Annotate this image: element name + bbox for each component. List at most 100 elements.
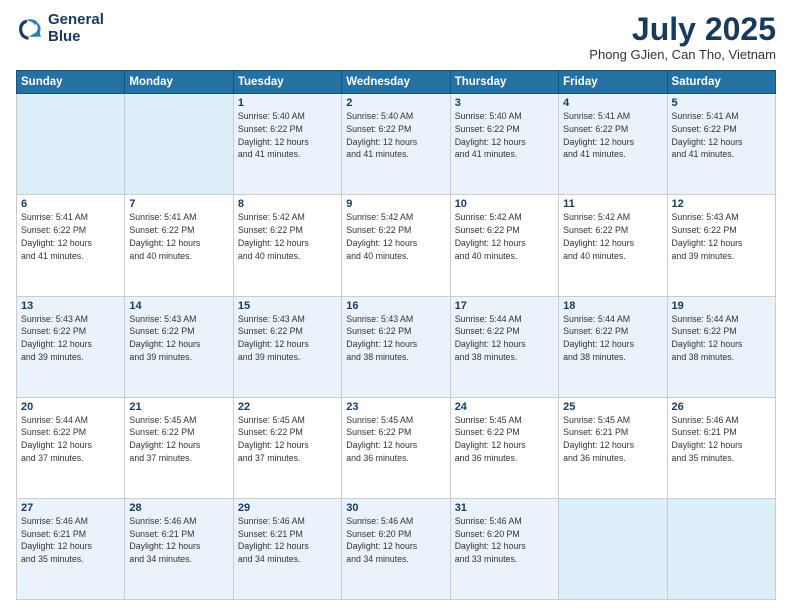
day-info: Sunrise: 5:43 AM Sunset: 6:22 PM Dayligh…: [238, 313, 337, 364]
calendar-cell: 19Sunrise: 5:44 AM Sunset: 6:22 PM Dayli…: [667, 296, 775, 397]
day-info: Sunrise: 5:43 AM Sunset: 6:22 PM Dayligh…: [672, 211, 771, 262]
day-number: 22: [238, 401, 337, 413]
calendar-cell: 26Sunrise: 5:46 AM Sunset: 6:21 PM Dayli…: [667, 397, 775, 498]
calendar-cell: 30Sunrise: 5:46 AM Sunset: 6:20 PM Dayli…: [342, 498, 450, 599]
day-info: Sunrise: 5:45 AM Sunset: 6:22 PM Dayligh…: [238, 414, 337, 465]
day-number: 18: [563, 300, 662, 312]
day-number: 19: [672, 300, 771, 312]
calendar-cell: 31Sunrise: 5:46 AM Sunset: 6:20 PM Dayli…: [450, 498, 558, 599]
calendar-header-row: SundayMondayTuesdayWednesdayThursdayFrid…: [17, 71, 776, 94]
day-number: 4: [563, 97, 662, 109]
day-info: Sunrise: 5:42 AM Sunset: 6:22 PM Dayligh…: [455, 211, 554, 262]
logo-icon: [16, 15, 44, 43]
calendar-table: SundayMondayTuesdayWednesdayThursdayFrid…: [16, 70, 776, 600]
day-info: Sunrise: 5:46 AM Sunset: 6:20 PM Dayligh…: [346, 515, 445, 566]
col-header-wednesday: Wednesday: [342, 71, 450, 94]
day-number: 5: [672, 97, 771, 109]
day-info: Sunrise: 5:44 AM Sunset: 6:22 PM Dayligh…: [21, 414, 120, 465]
calendar-cell: 18Sunrise: 5:44 AM Sunset: 6:22 PM Dayli…: [559, 296, 667, 397]
col-header-sunday: Sunday: [17, 71, 125, 94]
day-number: 15: [238, 300, 337, 312]
calendar-cell: 12Sunrise: 5:43 AM Sunset: 6:22 PM Dayli…: [667, 195, 775, 296]
day-info: Sunrise: 5:41 AM Sunset: 6:22 PM Dayligh…: [129, 211, 228, 262]
day-info: Sunrise: 5:41 AM Sunset: 6:22 PM Dayligh…: [21, 211, 120, 262]
calendar-cell: 3Sunrise: 5:40 AM Sunset: 6:22 PM Daylig…: [450, 94, 558, 195]
day-number: 14: [129, 300, 228, 312]
day-number: 31: [455, 502, 554, 514]
month-title: July 2025: [589, 12, 776, 47]
calendar-cell: 21Sunrise: 5:45 AM Sunset: 6:22 PM Dayli…: [125, 397, 233, 498]
calendar-cell: 1Sunrise: 5:40 AM Sunset: 6:22 PM Daylig…: [233, 94, 341, 195]
calendar-cell: 23Sunrise: 5:45 AM Sunset: 6:22 PM Dayli…: [342, 397, 450, 498]
calendar-cell: 2Sunrise: 5:40 AM Sunset: 6:22 PM Daylig…: [342, 94, 450, 195]
day-number: 2: [346, 97, 445, 109]
calendar-week-row: 6Sunrise: 5:41 AM Sunset: 6:22 PM Daylig…: [17, 195, 776, 296]
day-info: Sunrise: 5:43 AM Sunset: 6:22 PM Dayligh…: [346, 313, 445, 364]
col-header-friday: Friday: [559, 71, 667, 94]
day-number: 12: [672, 198, 771, 210]
col-header-saturday: Saturday: [667, 71, 775, 94]
day-number: 23: [346, 401, 445, 413]
calendar-cell: 16Sunrise: 5:43 AM Sunset: 6:22 PM Dayli…: [342, 296, 450, 397]
day-number: 10: [455, 198, 554, 210]
day-number: 8: [238, 198, 337, 210]
col-header-tuesday: Tuesday: [233, 71, 341, 94]
day-info: Sunrise: 5:45 AM Sunset: 6:22 PM Dayligh…: [346, 414, 445, 465]
calendar-cell: 29Sunrise: 5:46 AM Sunset: 6:21 PM Dayli…: [233, 498, 341, 599]
day-info: Sunrise: 5:40 AM Sunset: 6:22 PM Dayligh…: [238, 110, 337, 161]
title-block: July 2025 Phong GJien, Can Tho, Vietnam: [589, 12, 776, 62]
calendar-cell: [667, 498, 775, 599]
calendar-cell: 24Sunrise: 5:45 AM Sunset: 6:22 PM Dayli…: [450, 397, 558, 498]
day-number: 21: [129, 401, 228, 413]
day-number: 1: [238, 97, 337, 109]
day-number: 27: [21, 502, 120, 514]
header: General Blue July 2025 Phong GJien, Can …: [16, 12, 776, 62]
col-header-monday: Monday: [125, 71, 233, 94]
calendar-cell: 28Sunrise: 5:46 AM Sunset: 6:21 PM Dayli…: [125, 498, 233, 599]
day-info: Sunrise: 5:46 AM Sunset: 6:20 PM Dayligh…: [455, 515, 554, 566]
day-info: Sunrise: 5:43 AM Sunset: 6:22 PM Dayligh…: [21, 313, 120, 364]
day-info: Sunrise: 5:45 AM Sunset: 6:21 PM Dayligh…: [563, 414, 662, 465]
calendar-cell: 6Sunrise: 5:41 AM Sunset: 6:22 PM Daylig…: [17, 195, 125, 296]
calendar-cell: [559, 498, 667, 599]
calendar-cell: [17, 94, 125, 195]
day-number: 20: [21, 401, 120, 413]
day-info: Sunrise: 5:46 AM Sunset: 6:21 PM Dayligh…: [21, 515, 120, 566]
day-number: 29: [238, 502, 337, 514]
day-number: 7: [129, 198, 228, 210]
day-info: Sunrise: 5:41 AM Sunset: 6:22 PM Dayligh…: [563, 110, 662, 161]
calendar-cell: 17Sunrise: 5:44 AM Sunset: 6:22 PM Dayli…: [450, 296, 558, 397]
calendar-cell: 10Sunrise: 5:42 AM Sunset: 6:22 PM Dayli…: [450, 195, 558, 296]
day-number: 25: [563, 401, 662, 413]
calendar-week-row: 27Sunrise: 5:46 AM Sunset: 6:21 PM Dayli…: [17, 498, 776, 599]
day-number: 11: [563, 198, 662, 210]
calendar-cell: 5Sunrise: 5:41 AM Sunset: 6:22 PM Daylig…: [667, 94, 775, 195]
location: Phong GJien, Can Tho, Vietnam: [589, 47, 776, 62]
page: General Blue July 2025 Phong GJien, Can …: [0, 0, 792, 612]
day-number: 24: [455, 401, 554, 413]
day-number: 3: [455, 97, 554, 109]
day-info: Sunrise: 5:43 AM Sunset: 6:22 PM Dayligh…: [129, 313, 228, 364]
day-info: Sunrise: 5:40 AM Sunset: 6:22 PM Dayligh…: [455, 110, 554, 161]
calendar-cell: 27Sunrise: 5:46 AM Sunset: 6:21 PM Dayli…: [17, 498, 125, 599]
day-info: Sunrise: 5:41 AM Sunset: 6:22 PM Dayligh…: [672, 110, 771, 161]
day-info: Sunrise: 5:44 AM Sunset: 6:22 PM Dayligh…: [563, 313, 662, 364]
calendar-cell: 20Sunrise: 5:44 AM Sunset: 6:22 PM Dayli…: [17, 397, 125, 498]
calendar-cell: 22Sunrise: 5:45 AM Sunset: 6:22 PM Dayli…: [233, 397, 341, 498]
calendar-cell: 25Sunrise: 5:45 AM Sunset: 6:21 PM Dayli…: [559, 397, 667, 498]
day-info: Sunrise: 5:44 AM Sunset: 6:22 PM Dayligh…: [672, 313, 771, 364]
calendar-week-row: 13Sunrise: 5:43 AM Sunset: 6:22 PM Dayli…: [17, 296, 776, 397]
day-number: 13: [21, 300, 120, 312]
day-info: Sunrise: 5:40 AM Sunset: 6:22 PM Dayligh…: [346, 110, 445, 161]
day-info: Sunrise: 5:42 AM Sunset: 6:22 PM Dayligh…: [563, 211, 662, 262]
day-info: Sunrise: 5:46 AM Sunset: 6:21 PM Dayligh…: [238, 515, 337, 566]
logo-text: General Blue: [48, 12, 104, 45]
day-info: Sunrise: 5:42 AM Sunset: 6:22 PM Dayligh…: [238, 211, 337, 262]
calendar-cell: 8Sunrise: 5:42 AM Sunset: 6:22 PM Daylig…: [233, 195, 341, 296]
day-info: Sunrise: 5:46 AM Sunset: 6:21 PM Dayligh…: [672, 414, 771, 465]
calendar-cell: 14Sunrise: 5:43 AM Sunset: 6:22 PM Dayli…: [125, 296, 233, 397]
day-info: Sunrise: 5:45 AM Sunset: 6:22 PM Dayligh…: [455, 414, 554, 465]
calendar-cell: 13Sunrise: 5:43 AM Sunset: 6:22 PM Dayli…: [17, 296, 125, 397]
day-number: 30: [346, 502, 445, 514]
day-number: 26: [672, 401, 771, 413]
